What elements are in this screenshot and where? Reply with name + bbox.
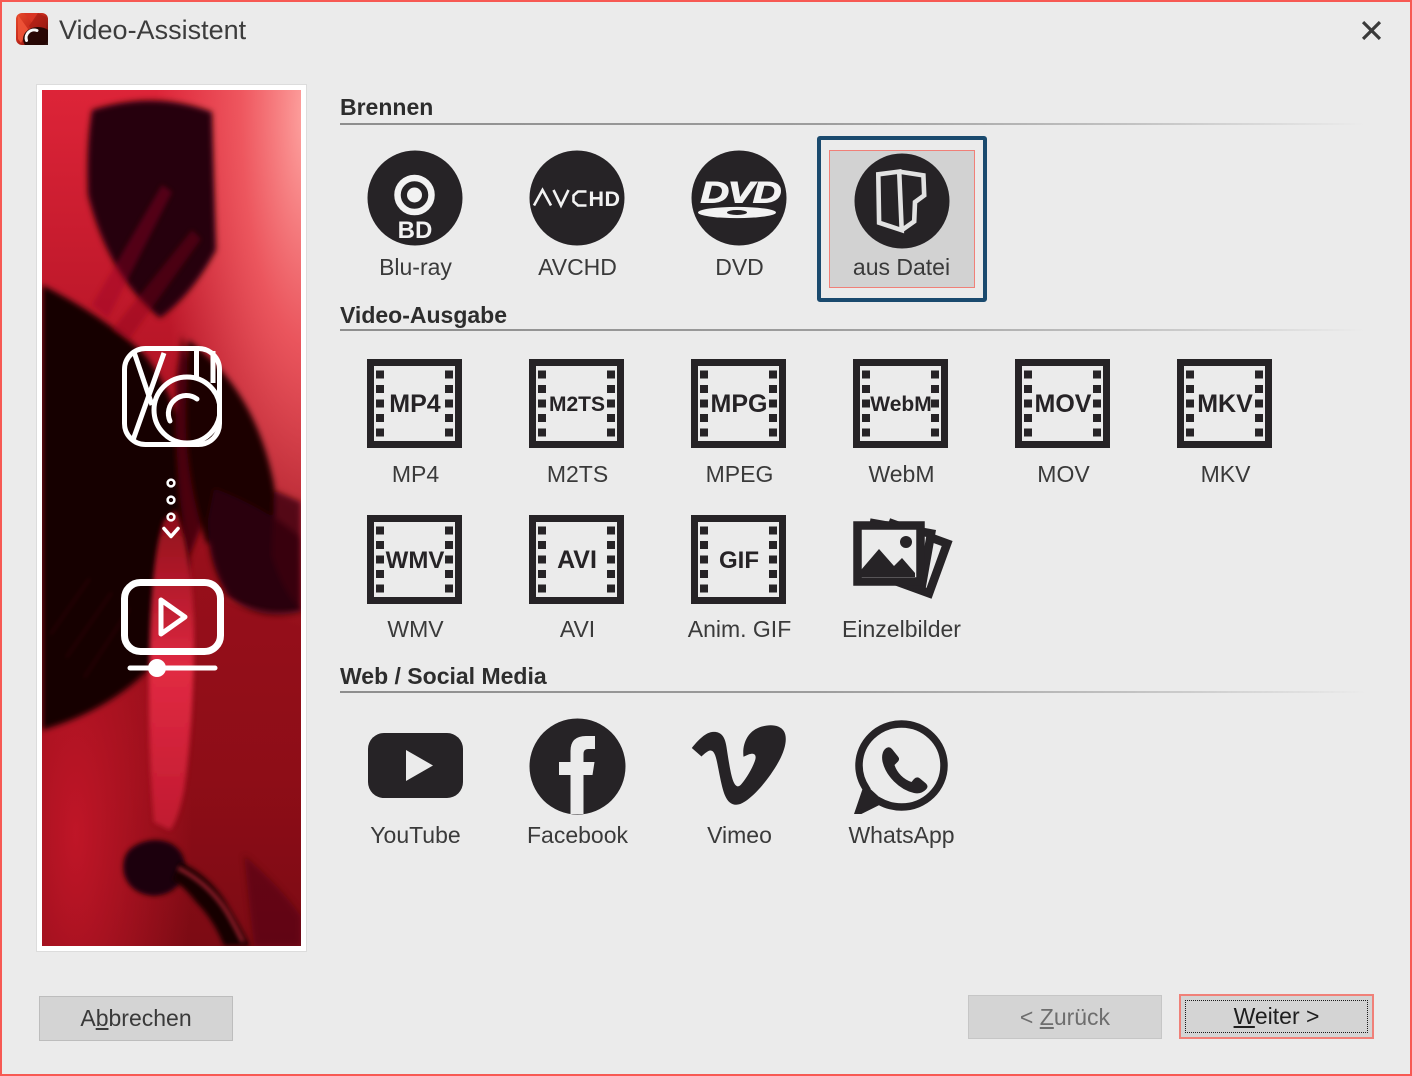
svg-text:MP4: MP4	[389, 390, 441, 418]
svg-text:WMV: WMV	[386, 547, 445, 574]
svg-text:AVI: AVI	[557, 546, 597, 574]
svg-text:MKV: MKV	[1197, 390, 1253, 418]
svg-text:MPG: MPG	[711, 390, 768, 418]
svg-text:M2TS: M2TS	[549, 393, 605, 416]
svg-text:HD: HD	[589, 187, 621, 211]
svg-text:MOV: MOV	[1035, 390, 1092, 418]
svg-text:WebM: WebM	[870, 393, 931, 416]
svg-text:BD: BD	[398, 217, 433, 244]
svg-text:GIF: GIF	[719, 547, 759, 574]
svg-text:DVD: DVD	[701, 176, 782, 209]
